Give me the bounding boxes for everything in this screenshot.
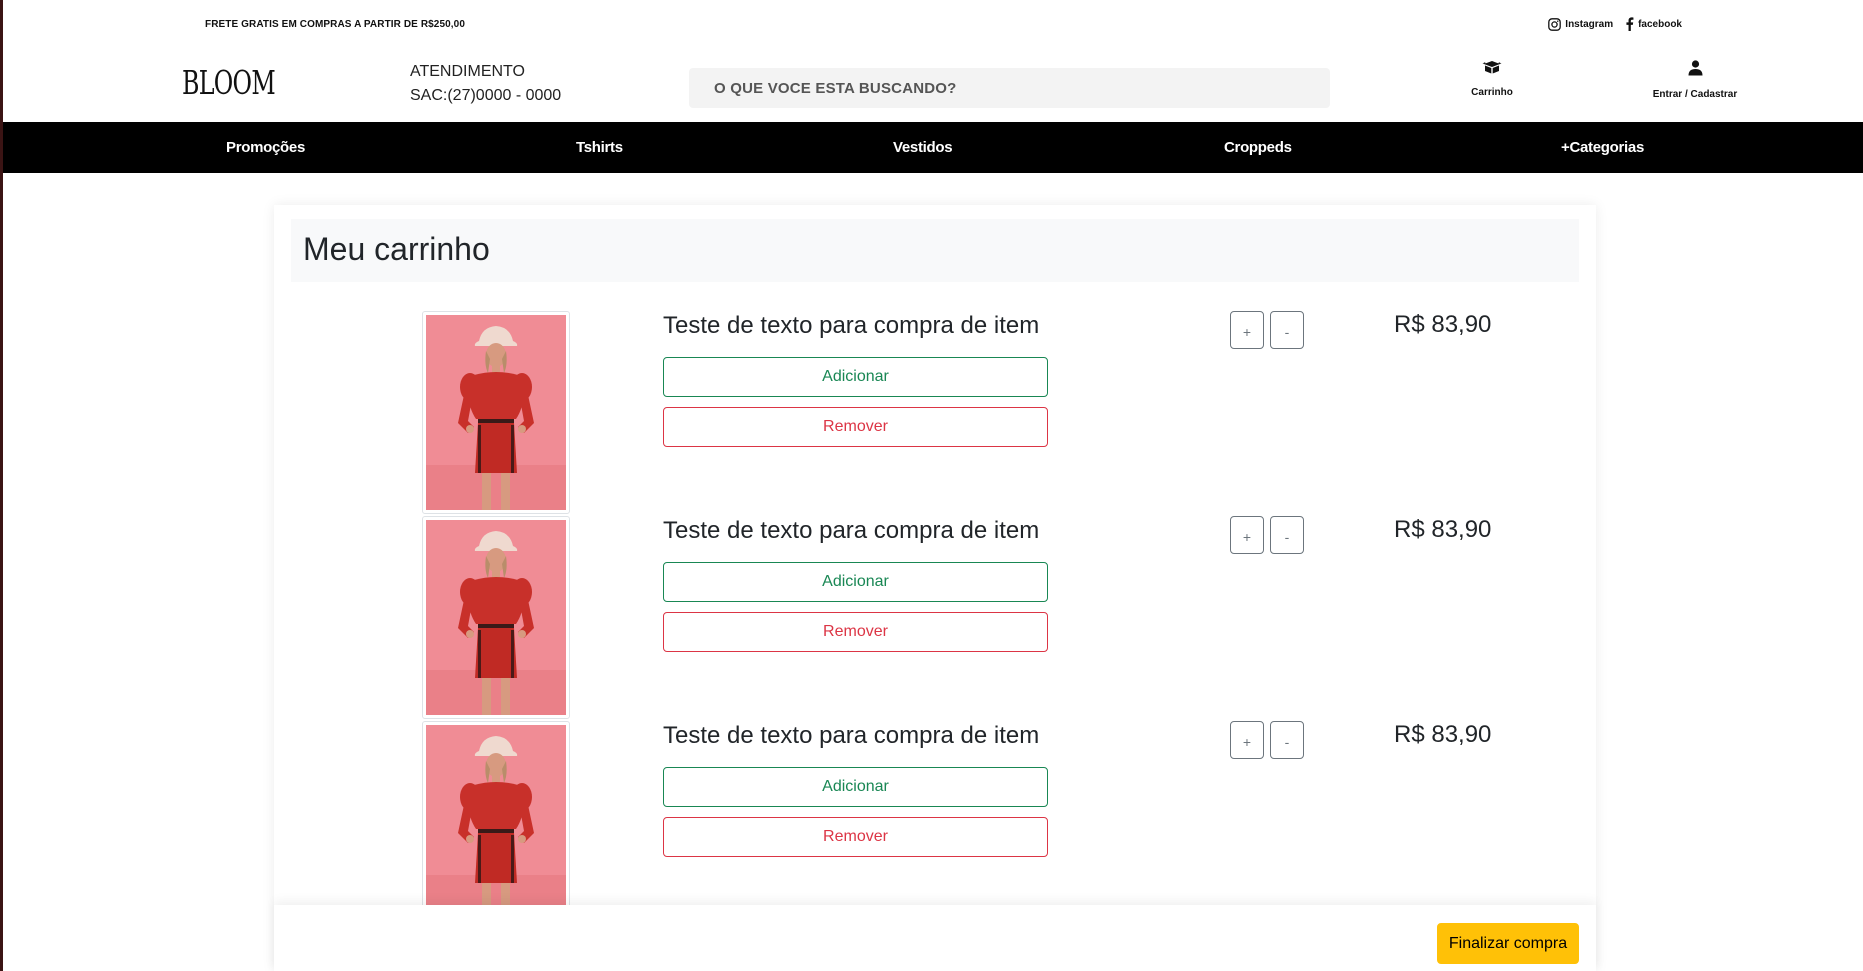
page-title: Meu carrinho — [303, 231, 490, 267]
nav-item-croppeds[interactable]: Croppeds — [1224, 122, 1292, 173]
remove-button[interactable]: Remover — [663, 612, 1048, 652]
quantity-decrease-button[interactable]: - — [1270, 721, 1304, 759]
add-button[interactable]: Adicionar — [663, 357, 1048, 397]
product-price: R$ 83,90 — [1394, 311, 1492, 338]
category-nav: Promoções Tshirts Vestidos Croppeds +Cat… — [3, 122, 1863, 173]
product-image[interactable] — [422, 311, 570, 514]
facebook-label: facebook — [1638, 18, 1682, 30]
cart-label: Carrinho — [1471, 87, 1513, 98]
quantity-decrease-button[interactable]: - — [1270, 311, 1304, 349]
cart-item: Teste de texto para compra de item Adici… — [274, 516, 1596, 721]
quantity-decrease-button[interactable]: - — [1270, 516, 1304, 554]
add-button[interactable]: Adicionar — [663, 767, 1048, 807]
contact-phone: SAC:(27)0000 - 0000 — [410, 87, 562, 104]
instagram-icon — [1548, 17, 1562, 31]
remove-button[interactable]: Remover — [663, 817, 1048, 857]
search-input[interactable]: O QUE VOCE ESTA BUSCANDO? — [689, 68, 1330, 108]
product-title: Teste de texto para compra de item — [663, 722, 1040, 749]
product-image[interactable] — [422, 721, 570, 924]
product-price: R$ 83,90 — [1394, 721, 1492, 748]
cart-card: Meu carrinho Teste de texto para compra … — [274, 205, 1596, 971]
cart-item: Teste de texto para compra de item Adici… — [274, 721, 1596, 926]
brand-logo[interactable]: BLOOM — [182, 63, 276, 102]
login-link[interactable]: Entrar / Cadastrar — [1640, 60, 1750, 100]
instagram-label: Instagram — [1565, 18, 1614, 30]
product-price: R$ 83,90 — [1394, 516, 1492, 543]
free-shipping-banner: FRETE GRATIS EM COMPRAS A PARTIR DE R$25… — [205, 19, 465, 30]
product-title: Teste de texto para compra de item — [663, 312, 1040, 339]
cart-header: Meu carrinho — [291, 219, 1579, 282]
add-button[interactable]: Adicionar — [663, 562, 1048, 602]
product-image[interactable] — [422, 516, 570, 719]
instagram-link[interactable]: Instagram — [1548, 17, 1614, 31]
remove-button[interactable]: Remover — [663, 407, 1048, 447]
cart-icon — [1482, 60, 1502, 87]
customer-service-info: ATENDIMENTO SAC:(27)0000 - 0000 — [410, 60, 561, 108]
checkout-bar: Finalizar compra — [274, 905, 1596, 971]
nav-item-promocoes[interactable]: Promoções — [226, 122, 305, 173]
user-icon — [1688, 60, 1703, 89]
nav-item-tshirts[interactable]: Tshirts — [576, 122, 623, 173]
quantity-increase-button[interactable]: + — [1230, 721, 1264, 759]
contact-heading: ATENDIMENTO — [410, 63, 525, 80]
login-label: Entrar / Cadastrar — [1652, 89, 1738, 100]
checkout-button[interactable]: Finalizar compra — [1437, 923, 1579, 964]
cart-link[interactable]: Carrinho — [1452, 60, 1532, 98]
cart-item: Teste de texto para compra de item Adici… — [274, 311, 1596, 516]
social-links: Instagram facebook — [1548, 17, 1682, 31]
facebook-icon — [1625, 17, 1634, 31]
quantity-increase-button[interactable]: + — [1230, 311, 1264, 349]
quantity-increase-button[interactable]: + — [1230, 516, 1264, 554]
facebook-link[interactable]: facebook — [1625, 17, 1682, 31]
nav-item-categorias[interactable]: +Categorias — [1561, 122, 1644, 173]
nav-item-vestidos[interactable]: Vestidos — [893, 122, 953, 173]
product-title: Teste de texto para compra de item — [663, 517, 1040, 544]
